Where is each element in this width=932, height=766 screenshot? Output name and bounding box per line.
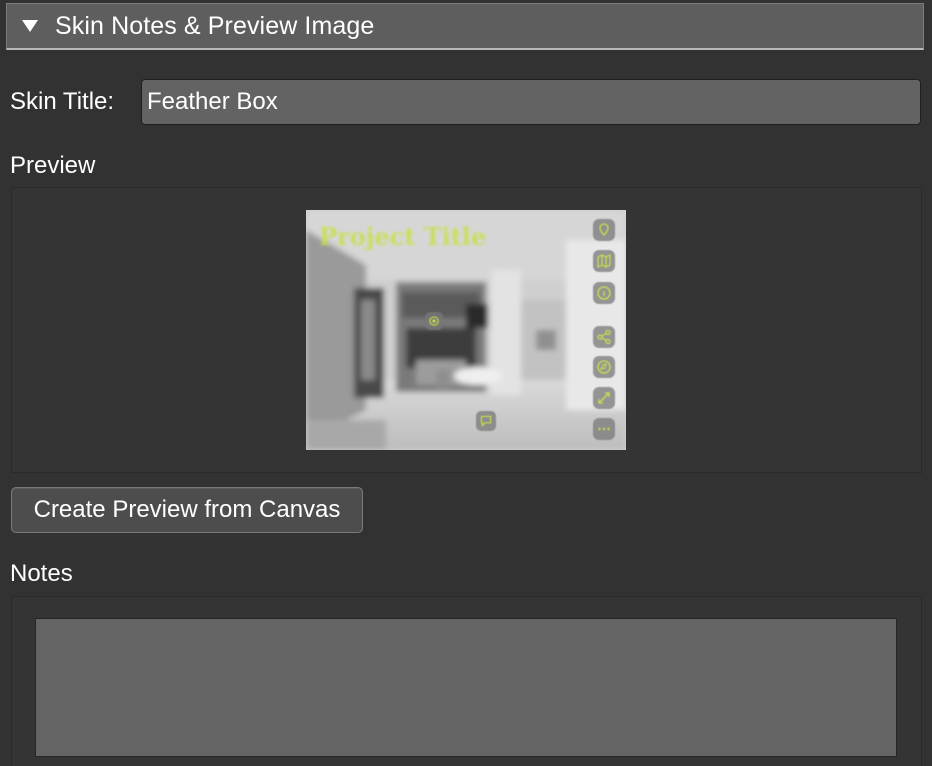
skin-title-label: Skin Title:	[10, 88, 115, 115]
preview-project-title: Project Title	[319, 222, 487, 251]
notes-label: Notes	[10, 560, 73, 587]
chat-icon	[476, 411, 496, 431]
section-header-skin-notes[interactable]: Skin Notes & Preview Image	[6, 3, 924, 50]
skin-notes-panel: Skin Notes & Preview Image Skin Title: P…	[0, 0, 932, 766]
more-icon	[593, 418, 615, 440]
notes-textarea[interactable]	[35, 618, 897, 757]
hotspot-icon	[425, 312, 443, 330]
section-title: Skin Notes & Preview Image	[55, 11, 375, 40]
location-pin-icon	[593, 219, 615, 241]
preview-image: Project Title	[306, 210, 626, 450]
fullscreen-icon	[593, 387, 615, 409]
share-icon	[593, 326, 615, 348]
disclosure-triangle-icon[interactable]	[22, 20, 38, 32]
create-preview-button[interactable]: Create Preview from Canvas	[11, 487, 363, 533]
skin-title-input[interactable]	[141, 79, 921, 125]
info-icon	[593, 282, 615, 304]
preview-label: Preview	[10, 152, 96, 179]
map-icon	[593, 250, 615, 272]
compass-icon	[593, 356, 615, 378]
